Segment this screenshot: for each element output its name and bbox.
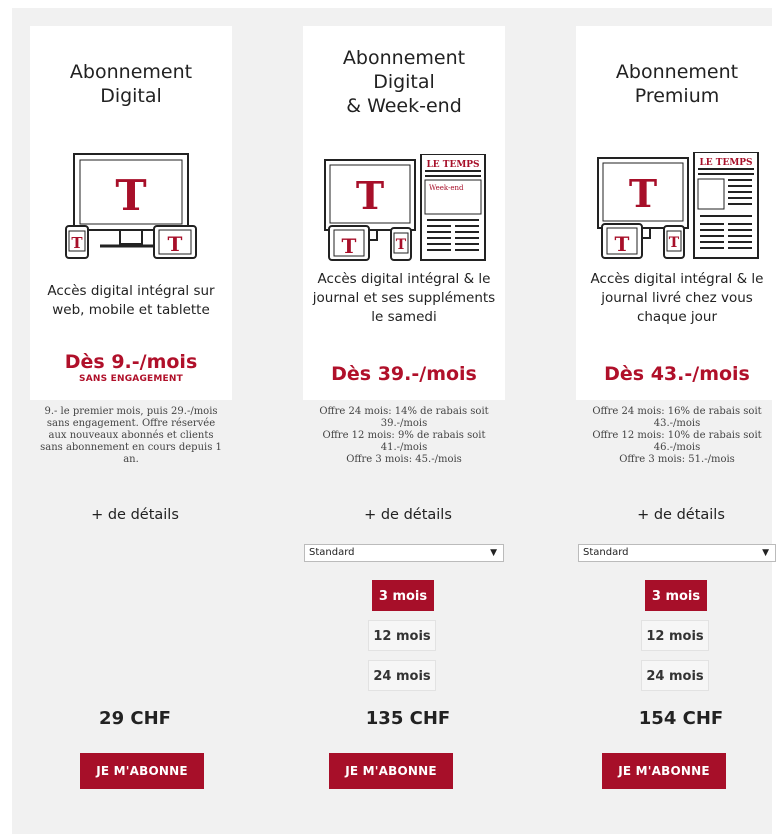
chevron-down-icon: ▼ — [490, 548, 497, 558]
plan-total-price: 29 CHF — [99, 708, 171, 729]
plan-price: Dès 39.-/mois — [331, 363, 477, 385]
plan-card-weekend: Abonnement Digital & Week-end T T T LE T… — [303, 26, 505, 400]
plan-total-price: 135 CHF — [365, 708, 451, 729]
svg-text:LE TEMPS: LE TEMPS — [426, 160, 479, 170]
duration-option-3[interactable]: 3 mois — [645, 580, 707, 611]
plan-price: Dès 43.-/mois — [604, 363, 750, 385]
edition-select[interactable]: Standard ▼ — [578, 544, 776, 562]
edition-select[interactable]: Standard ▼ — [304, 544, 504, 562]
duration-option-3[interactable]: 3 mois — [372, 580, 434, 611]
svg-text:T: T — [396, 237, 407, 253]
duration-option-24[interactable]: 24 mois — [368, 660, 436, 691]
edition-select-value: Standard — [309, 547, 355, 558]
svg-text:T: T — [669, 235, 680, 251]
plan-card-premium: Abonnement Premium T T T LE TEMPS Accès … — [576, 26, 778, 400]
plan-note: Offre 24 mois: 16% de rabais soit 43.-/m… — [592, 406, 762, 465]
edition-select-value: Standard — [583, 547, 629, 558]
plan-details-link[interactable]: + de détails — [576, 507, 784, 523]
svg-text:T: T — [168, 232, 183, 256]
plan-details-link[interactable]: + de détails — [30, 507, 240, 523]
plan-details-link[interactable]: + de détails — [303, 507, 513, 523]
subscribe-button[interactable]: JE M'ABONNE — [602, 753, 726, 789]
plan-description: Accès digital intégral & le journal livr… — [590, 271, 764, 325]
svg-text:Week-end: Week-end — [429, 184, 464, 192]
plan-description: Accès digital intégral & le journal et s… — [312, 271, 496, 325]
plan-note: Offre 24 mois: 14% de rabais soit 39.-/m… — [319, 406, 489, 465]
plan-card-digital: Abonnement Digital T T T Accès digital i — [30, 26, 232, 400]
devices-premium-newspaper-icon: T T T LE TEMPS — [576, 151, 778, 259]
subscribe-button[interactable]: JE M'ABONNE — [80, 753, 204, 789]
plan-total-price: 154 CHF — [638, 708, 724, 729]
duration-option-12[interactable]: 12 mois — [641, 620, 709, 651]
svg-text:T: T — [71, 234, 83, 252]
plan-price: Dès 9.-/mois — [64, 351, 198, 373]
subscribe-button[interactable]: JE M'ABONNE — [329, 753, 453, 789]
devices-digital-icon: T T T — [30, 152, 232, 259]
svg-text:T: T — [356, 173, 384, 218]
plan-price-subtitle: SANS ENGAGEMENT — [79, 374, 183, 384]
duration-option-24[interactable]: 24 mois — [641, 660, 709, 691]
plan-title: Abonnement Digital — [69, 61, 193, 107]
svg-text:T: T — [615, 232, 630, 256]
plan-title: Abonnement Premium — [615, 61, 739, 107]
svg-text:LE TEMPS: LE TEMPS — [699, 158, 752, 168]
chevron-down-icon: ▼ — [762, 548, 769, 558]
duration-option-12[interactable]: 12 mois — [368, 620, 436, 651]
plan-title: Abonnement Digital & Week-end — [342, 47, 466, 117]
plan-description: Accès digital intégral sur web, mobile e… — [47, 283, 215, 318]
svg-text:T: T — [115, 171, 146, 220]
devices-weekend-newspaper-icon: T T T LE TEMPS Week-end — [303, 153, 505, 261]
svg-text:T: T — [629, 171, 657, 216]
svg-text:T: T — [342, 234, 357, 258]
plan-note: 9.- le premier mois, puis 29.-/mois sans… — [40, 406, 222, 465]
